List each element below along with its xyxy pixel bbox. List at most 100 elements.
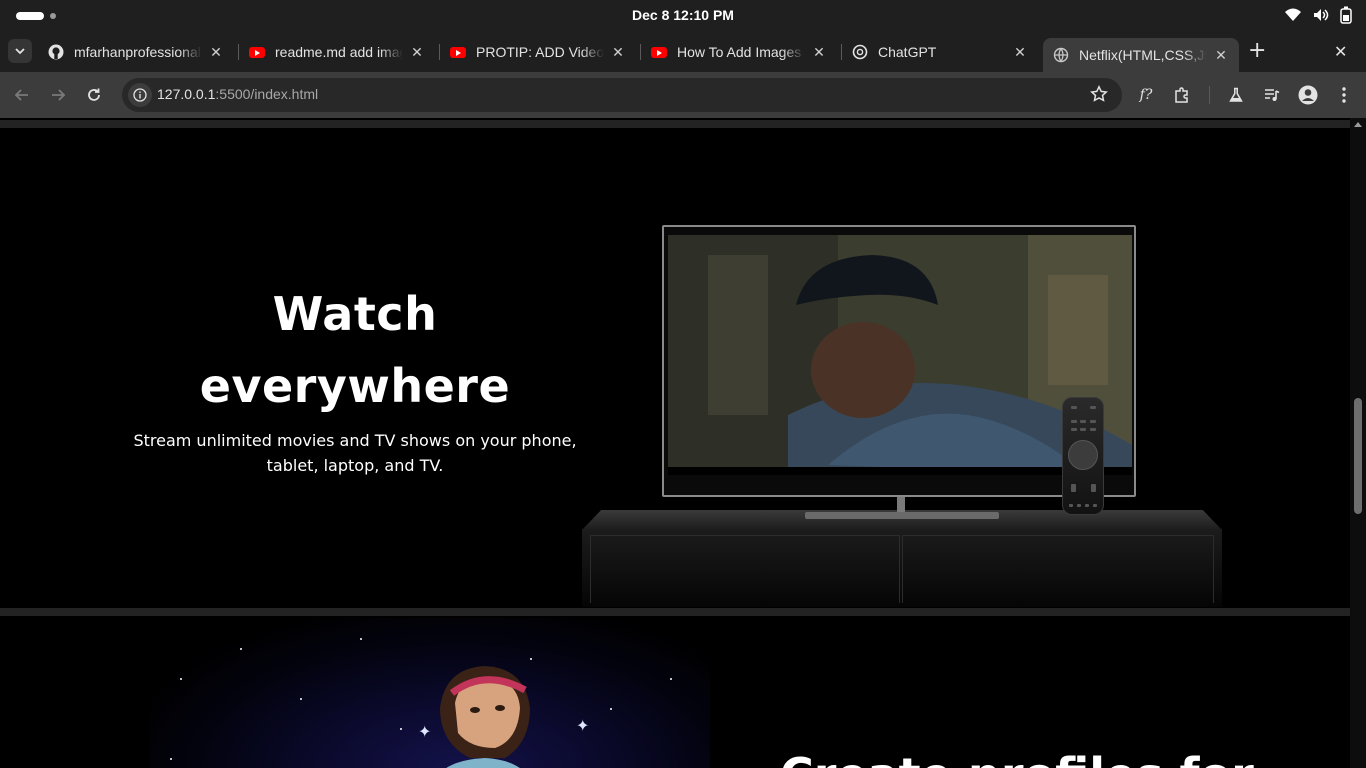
close-window-icon[interactable]: ✕ [1334,42,1347,61]
site-info-button[interactable] [128,83,152,107]
remote-button [1069,504,1073,507]
cabinet-door-right [902,535,1214,603]
info-icon [133,88,147,102]
youtube-icon [651,44,667,60]
system-status-bar: Dec 8 12:10 PM [0,0,1366,32]
formula-extension-button[interactable]: f? [1134,83,1158,107]
kids-profile-image: ✦ ✦ [150,618,710,768]
close-tab-icon[interactable]: ✕ [1012,44,1028,61]
feature-heading-line-1: Watch [272,287,438,341]
star [360,638,362,640]
tab-how-to-add-image[interactable]: How To Add Images ✕ [641,36,837,68]
url-text[interactable]: 127.0.0.1:5500/index.html [157,86,318,102]
arrow-left-icon [14,89,28,101]
tab-title: How To Add Images [677,44,802,60]
remote-button [1090,428,1096,431]
url-host: 127.0.0.1 [157,86,216,102]
reload-button[interactable] [82,83,106,107]
labs-button[interactable] [1224,83,1248,107]
star [240,648,242,650]
volume-icon [1312,7,1330,23]
star [170,758,172,760]
flask-icon [1229,87,1243,102]
tab-title: mfarhanprofessional [74,44,201,60]
youtube-icon [249,44,265,60]
remote-button [1093,504,1097,507]
address-bar[interactable]: 127.0.0.1:5500/index.html [122,78,1122,112]
back-button[interactable] [10,83,34,107]
tab-title: Netflix(HTML,CSS,JS) [1079,47,1207,63]
function-icon: f? [1139,87,1153,103]
page-scrollbar[interactable] [1350,118,1366,768]
extensions-button[interactable] [1170,83,1194,107]
more-vertical-icon [1342,87,1346,103]
tab-strip: mfarhanprofessional ✕ readme.md add imag… [0,32,1366,72]
star [670,678,672,680]
battery-icon [1340,6,1352,24]
remote-button [1090,406,1096,409]
tv-stand-neck [897,497,905,513]
tab-readme[interactable]: readme.md add images ✕ [239,36,435,68]
puzzle-icon [1175,87,1188,103]
tab-title: PROTIP: ADD Videos [476,44,604,60]
remote-button [1071,428,1077,431]
system-clock[interactable]: Dec 8 12:10 PM [583,7,783,23]
close-tab-icon[interactable]: ✕ [208,44,224,61]
workspace-dot[interactable] [50,13,56,19]
close-tab-icon[interactable]: ✕ [1213,47,1229,64]
chevron-down-icon [15,48,25,55]
new-tab-button[interactable]: + [1248,40,1266,62]
forward-button[interactable] [46,83,70,107]
remote-button [1071,420,1077,423]
close-tab-icon[interactable]: ✕ [811,44,827,61]
feature-heading-line-2: everywhere [199,359,511,413]
media-controls-button[interactable] [1260,83,1284,107]
remote-button [1077,504,1081,507]
scroll-up-arrow-icon[interactable] [1354,122,1362,127]
toolbar-separator [1209,86,1210,104]
feature-description: Stream unlimited movies and TV shows on … [130,428,580,478]
remote-button [1071,484,1076,492]
section-divider-bottom [0,608,1350,616]
wifi-icon [1284,7,1302,23]
bookmark-star-icon[interactable] [1090,85,1108,107]
globe-icon [1053,47,1069,63]
browser-menu-button[interactable] [1332,83,1356,107]
browser-toolbar: 127.0.0.1:5500/index.html f? [0,72,1366,118]
watch-everywhere-text: Watch everywhere Stream unlimited movies… [130,278,580,478]
tab-search-button[interactable] [8,39,32,63]
scrollbar-thumb[interactable] [1354,398,1362,514]
feature-description-line-1: Stream unlimited movies and TV shows on … [133,431,577,450]
queue-music-icon [1265,89,1280,101]
star [610,708,612,710]
close-tab-icon[interactable]: ✕ [610,44,626,61]
tab-github[interactable]: mfarhanprofessional ✕ [38,36,234,68]
tv-stand-base [805,512,999,519]
tab-protip[interactable]: PROTIP: ADD Videos ✕ [440,36,636,68]
feature-description-line-2: tablet, laptop, and TV. [266,456,444,475]
tv-cabinet [582,529,1222,607]
tab-chatgpt[interactable]: ChatGPT ✕ [842,36,1038,68]
remote-button [1080,420,1086,423]
animated-girl-illustration [440,666,530,768]
workspace-indicator[interactable] [16,12,44,20]
kids-section-heading: Create profiles for [780,748,1254,768]
remote-button [1080,428,1086,431]
profile-button[interactable] [1296,83,1320,107]
star [300,698,302,700]
section-divider-top [0,120,1350,128]
tv-remote [1062,397,1104,515]
system-tray[interactable] [1284,6,1352,24]
remote-nav-wheel [1068,440,1098,470]
reload-icon [88,88,100,101]
remote-button [1091,484,1096,492]
feature-heading: Watch everywhere [130,278,580,422]
youtube-icon [450,44,466,60]
page-viewport: Watch everywhere Stream unlimited movies… [0,118,1350,768]
github-icon [48,44,64,60]
remote-button [1090,420,1096,423]
close-tab-icon[interactable]: ✕ [409,44,425,61]
sparkle-icon: ✦ [576,716,590,735]
tab-netflix-active[interactable]: Netflix(HTML,CSS,JS) ✕ [1043,38,1239,72]
chatgpt-icon [852,44,868,60]
